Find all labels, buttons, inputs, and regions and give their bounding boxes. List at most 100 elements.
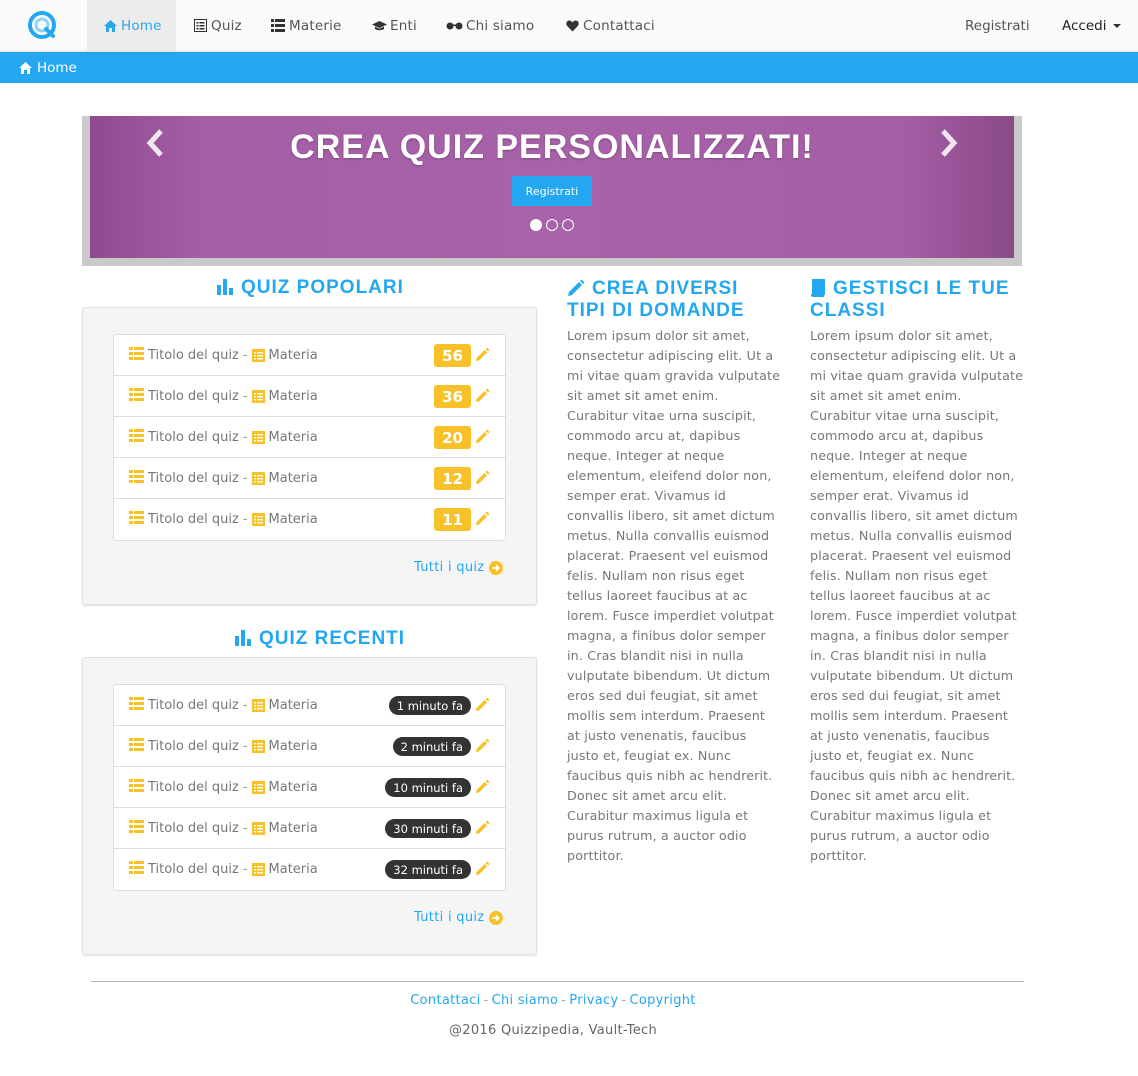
quiz-subject: Materia: [268, 697, 318, 713]
footer-link-privacy[interactable]: Privacy: [569, 993, 618, 1008]
carousel-dot-3[interactable]: [562, 219, 574, 231]
feature-questions-heading: CREA DIVERSI TIPI DI DOMANDE: [567, 279, 745, 320]
recent-list: Titolo del quiz - Materia 1 minuto fa Titolo…: [113, 684, 506, 891]
title-separator: -: [242, 429, 248, 445]
subject-icon: [251, 698, 265, 712]
edit-pencil-icon[interactable]: [475, 511, 490, 526]
quiz-title: Titolo del quiz: [148, 470, 239, 486]
nav-contattaci[interactable]: Contattaci: [564, 0, 655, 51]
edit-pencil-icon[interactable]: [475, 347, 490, 362]
time-ago-badge: 32 minuti fa: [385, 860, 471, 879]
home-icon: [103, 19, 118, 33]
quiz-title: Titolo del quiz: [148, 429, 239, 445]
heart-icon: [564, 19, 580, 33]
quiz-list-item[interactable]: Titolo del quiz - Materia 36: [114, 376, 505, 417]
popular-heading: QUIZ POPOLARI: [216, 278, 404, 299]
home-icon: [19, 61, 32, 74]
recent-all-quiz-link[interactable]: Tutti i quiz: [414, 910, 504, 925]
edit-pencil-icon[interactable]: [475, 820, 490, 835]
login-label: Accedi: [1062, 17, 1107, 34]
popular-all-quiz-link[interactable]: Tutti i quiz: [414, 560, 504, 575]
quiz-subject: Materia: [268, 429, 318, 445]
quiz-list-item[interactable]: Titolo del quiz - Materia 30 minuti fa: [114, 808, 505, 849]
quizzipedia-logo[interactable]: [27, 10, 57, 40]
register-label: Registrati: [965, 17, 1030, 34]
carousel-next-icon[interactable]: [936, 128, 960, 158]
title-separator: -: [242, 820, 248, 836]
carousel-register-button[interactable]: Registrati: [512, 176, 592, 206]
carousel-dot-1[interactable]: [530, 219, 542, 231]
edit-pencil-icon[interactable]: [475, 779, 490, 794]
feature-questions-title-1: CREA DIVERSI: [592, 278, 739, 299]
quiz-list-item[interactable]: Titolo del quiz - Materia 12: [114, 458, 505, 499]
edit-pencil-icon[interactable]: [475, 697, 490, 712]
subject-icon: [251, 739, 265, 753]
footer-divider: [91, 981, 1024, 982]
login-dropdown[interactable]: Accedi: [1062, 0, 1122, 51]
quiz-list-item[interactable]: Titolo del quiz - Materia 20: [114, 417, 505, 458]
breadcrumb: Home: [0, 52, 1138, 83]
edit-pencil-icon[interactable]: [475, 388, 490, 403]
time-ago-badge: 10 minuti fa: [385, 778, 471, 797]
quiz-subject: Materia: [268, 347, 318, 363]
register-link[interactable]: Registrati: [965, 0, 1030, 51]
quiz-title: Titolo del quiz: [148, 512, 239, 527]
footer-link-chi-siamo[interactable]: Chi siamo: [492, 993, 559, 1008]
table-icon: [129, 346, 144, 364]
popularity-count-badge: 20: [434, 426, 471, 449]
nav-enti[interactable]: Enti: [371, 0, 417, 51]
quiz-list-item[interactable]: Titolo del quiz - Materia 10 minuti fa: [114, 767, 505, 808]
table-icon: [129, 737, 144, 755]
quiz-title: Titolo del quiz: [148, 738, 239, 754]
table-icon: [129, 778, 144, 796]
subject-icon: [251, 471, 265, 485]
quiz-list-item[interactable]: Titolo del quiz - Materia 32 minuti fa: [114, 849, 505, 890]
nav-materie[interactable]: Materie: [270, 0, 342, 51]
hero-carousel: CREA QUIZ PERSONALIZZATI! Registrati: [82, 116, 1022, 266]
nav-chi-siamo[interactable]: Chi siamo: [445, 0, 534, 51]
popularity-count-badge: 12: [434, 467, 471, 490]
edit-pencil-icon[interactable]: [475, 738, 490, 753]
recent-panel: Titolo del quiz - Materia 1 minuto fa Titolo…: [82, 657, 537, 955]
nav-home-label: Home: [121, 17, 162, 34]
carousel-prev-icon[interactable]: [144, 128, 168, 158]
quiz-title: Titolo del quiz: [148, 388, 239, 404]
chevron-down-icon: [1113, 23, 1122, 28]
footer-links: Contattaci - Chi siamo - Privacy - Copyright: [0, 993, 1106, 1008]
recent-heading: QUIZ RECENTI: [234, 629, 405, 650]
nav-home[interactable]: Home: [87, 0, 176, 51]
title-separator: -: [242, 697, 248, 713]
feature-classes-title-1: GESTISCI LE TUE: [833, 278, 1010, 299]
edit-pencil-icon[interactable]: [475, 861, 490, 876]
subject-icon: [251, 389, 265, 403]
popularity-count-badge: 11: [434, 508, 471, 531]
footer-link-contattaci[interactable]: Contattaci: [410, 993, 480, 1008]
footer-link-copyright[interactable]: Copyright: [629, 993, 695, 1008]
table-icon: [129, 861, 144, 878]
glasses-icon: [445, 19, 463, 33]
book-icon: [810, 279, 826, 301]
arrow-circle-right-icon: [489, 910, 504, 925]
edit-pencil-icon[interactable]: [475, 470, 490, 485]
quiz-subject: Materia: [268, 820, 318, 836]
recent-title: QUIZ RECENTI: [259, 628, 406, 649]
carousel-slide: CREA QUIZ PERSONALIZZATI! Registrati: [90, 116, 1014, 258]
footer-copyright: @2016 Quizzipedia, Vault-Tech: [448, 1023, 658, 1038]
nav-contattaci-label: Contattaci: [583, 17, 655, 34]
quiz-list-item[interactable]: Titolo del quiz - Materia 11: [114, 499, 505, 540]
title-separator: -: [242, 779, 248, 795]
quiz-list-item[interactable]: Titolo del quiz - Materia 56: [114, 335, 505, 376]
pencil-icon: [567, 279, 585, 301]
quiz-list-item[interactable]: Titolo del quiz - Materia 1 minuto fa: [114, 685, 505, 726]
quiz-title: Titolo del quiz: [148, 779, 239, 795]
quiz-list-item[interactable]: Titolo del quiz - Materia 2 minuti fa: [114, 726, 505, 767]
quiz-title: Titolo del quiz: [148, 697, 239, 713]
time-ago-badge: 30 minuti fa: [385, 819, 471, 838]
breadcrumb-home[interactable]: Home: [37, 60, 77, 76]
table-icon: [129, 819, 144, 837]
list-icon: [270, 19, 286, 33]
nav-quiz[interactable]: Quiz: [192, 0, 242, 51]
carousel-dot-2[interactable]: [546, 219, 558, 231]
edit-pencil-icon[interactable]: [475, 429, 490, 444]
arrow-circle-right-icon: [489, 560, 504, 575]
